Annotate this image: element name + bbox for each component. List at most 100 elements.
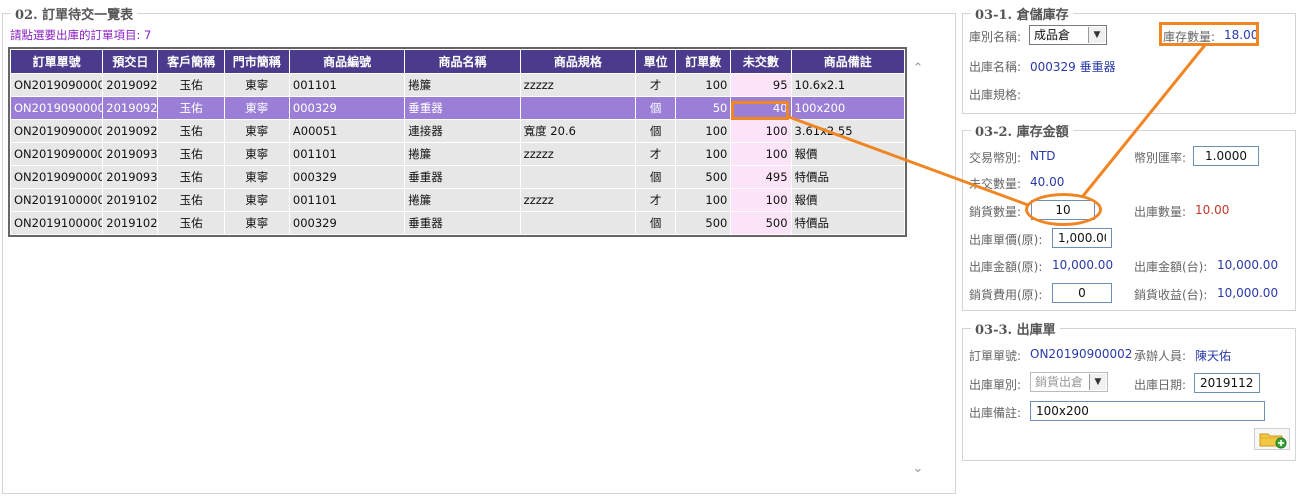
cell-product-code: 001101 bbox=[288, 73, 406, 97]
cell-store: 東寧 bbox=[223, 165, 290, 189]
currency-value: NTD bbox=[1030, 149, 1056, 163]
col-customer[interactable]: 客戶簡稱 bbox=[157, 49, 225, 74]
out-name-label: 出庫名稱: bbox=[969, 60, 1022, 74]
col-order-qty[interactable]: 訂單數 bbox=[675, 49, 732, 74]
handler-value: 陳天佑 bbox=[1195, 349, 1232, 363]
cell-product-spec: 寬度 20.6 bbox=[519, 119, 637, 143]
cell-order-no: ON20191000001 bbox=[9, 188, 104, 212]
cell-product-name: 捲簾 bbox=[404, 73, 521, 97]
cell-customer: 玉佑 bbox=[157, 188, 225, 212]
cell-due-date: 20191023 bbox=[102, 211, 159, 235]
out-date-label: 出庫日期: bbox=[1134, 378, 1187, 392]
orders-hint: 請點選要出庫的訂單項目: 7 bbox=[10, 27, 151, 43]
amount-tw-value: 10,000.00 bbox=[1217, 258, 1279, 272]
col-product-note[interactable]: 商品備註 bbox=[790, 49, 906, 74]
col-store[interactable]: 門市簡稱 bbox=[223, 49, 290, 74]
order-no-label: 訂單單號: bbox=[969, 349, 1022, 363]
highlight-sales-qty bbox=[1025, 193, 1102, 226]
cell-product-code: 000329 bbox=[288, 165, 406, 189]
cell-order-no: ON20190900002 bbox=[9, 73, 104, 97]
cell-order-qty: 100 bbox=[675, 188, 732, 212]
chevron-down-icon: ▼ bbox=[1089, 374, 1106, 390]
col-unit[interactable]: 單位 bbox=[635, 49, 677, 74]
warehouse-select[interactable]: 成品倉 ▼ bbox=[1029, 25, 1107, 45]
orders-legend: 02. 訂單待交一覽表 bbox=[15, 8, 134, 23]
out-type-select-value: 銷貨出倉 bbox=[1035, 375, 1084, 389]
cell-customer: 玉佑 bbox=[157, 165, 225, 189]
cell-product-name: 垂重器 bbox=[404, 165, 521, 189]
cell-store: 東寧 bbox=[223, 142, 290, 166]
cell-undelivered: 500 bbox=[730, 211, 792, 235]
table-row[interactable]: ON20190900001 20190930 玉佑 東寧 000329 垂重器 … bbox=[9, 165, 906, 189]
table-row[interactable]: ON20190900001 20190930 玉佑 東寧 001101 捲簾 z… bbox=[9, 142, 906, 166]
col-undelivered[interactable]: 未交數 bbox=[730, 49, 792, 74]
profit-value: 10,000.00 bbox=[1217, 286, 1279, 300]
fee-input[interactable] bbox=[1052, 283, 1112, 303]
fee-label: 銷貨費用(原): bbox=[969, 288, 1043, 302]
amount-legend: 03-2. 庫存金額 bbox=[975, 125, 1069, 140]
amount-tw-label: 出庫金額(台): bbox=[1134, 260, 1208, 274]
cell-product-code: 001101 bbox=[288, 142, 406, 166]
table-row[interactable]: ON20190900002 20190929 玉佑 東寧 001101 捲簾 z… bbox=[9, 73, 906, 97]
out-note-input[interactable] bbox=[1030, 401, 1265, 421]
cell-product-spec bbox=[519, 165, 637, 189]
cell-product-name: 垂重器 bbox=[404, 96, 521, 120]
cell-unit: 個 bbox=[635, 211, 677, 235]
profit-label: 銷貨收益(台): bbox=[1134, 288, 1208, 302]
col-product-name[interactable]: 商品名稱 bbox=[404, 49, 521, 74]
cell-product-name: 垂重器 bbox=[404, 211, 521, 235]
cell-undelivered: 100 bbox=[730, 142, 792, 166]
add-button[interactable] bbox=[1254, 428, 1290, 450]
table-row[interactable]: ON20190900002 20190929 玉佑 東寧 A00051 連接器 … bbox=[9, 119, 906, 143]
col-product-spec[interactable]: 商品規格 bbox=[519, 49, 637, 74]
chevron-down-icon[interactable]: ⌄ bbox=[909, 460, 927, 478]
table-row[interactable]: ON20191000001 20191023 玉佑 東寧 000329 垂重器 … bbox=[9, 211, 906, 235]
out-spec-label: 出庫規格: bbox=[969, 88, 1022, 102]
highlight-undelivered-cell bbox=[731, 101, 789, 120]
col-due-date[interactable]: 預交日 bbox=[102, 49, 159, 74]
cell-due-date: 20190930 bbox=[102, 165, 159, 189]
out-date-input[interactable] bbox=[1194, 373, 1260, 393]
cell-store: 東寧 bbox=[223, 211, 290, 235]
cell-product-note: 報價 bbox=[790, 142, 906, 166]
cell-product-note: 特價品 bbox=[790, 165, 906, 189]
cell-product-spec bbox=[519, 96, 637, 120]
out-type-select[interactable]: 銷貨出倉 ▼ bbox=[1030, 372, 1108, 392]
table-row[interactable]: ON20191000001 20191023 玉佑 東寧 001101 捲簾 z… bbox=[9, 188, 906, 212]
cell-product-note: 特價品 bbox=[790, 211, 906, 235]
cell-product-spec: zzzzz bbox=[519, 188, 637, 212]
orders-header-row: 訂單單號 預交日 客戶簡稱 門市簡稱 商品編號 商品名稱 商品規格 單位 訂單數… bbox=[9, 49, 906, 74]
orders-hint-text: 請點選要出庫的訂單項目: bbox=[10, 28, 145, 42]
warehouse-label: 庫別名稱: bbox=[969, 30, 1022, 44]
cell-order-qty: 500 bbox=[675, 165, 732, 189]
unit-price-label: 出庫單價(原): bbox=[969, 233, 1043, 247]
cell-order-no: ON20190900002 bbox=[9, 119, 104, 143]
cell-product-spec: zzzzz bbox=[519, 142, 637, 166]
order-no-value: ON20190900002 bbox=[1030, 347, 1133, 361]
rate-input[interactable] bbox=[1193, 146, 1259, 166]
cell-undelivered: 95 bbox=[730, 73, 792, 97]
out-name-value: 000329 垂重器 bbox=[1030, 60, 1116, 74]
cell-order-no: ON20190900001 bbox=[9, 165, 104, 189]
cell-undelivered: 100 bbox=[730, 188, 792, 212]
col-order-no[interactable]: 訂單單號 bbox=[9, 49, 104, 74]
cell-product-note: 3.61x2.55 bbox=[790, 119, 906, 143]
cell-customer: 玉佑 bbox=[157, 211, 225, 235]
cell-product-code: 000329 bbox=[288, 96, 406, 120]
orders-hint-count: 7 bbox=[144, 28, 152, 42]
cell-undelivered: 100 bbox=[730, 119, 792, 143]
unit-price-input[interactable] bbox=[1052, 228, 1112, 248]
cell-order-qty: 100 bbox=[675, 119, 732, 143]
orders-table: 訂單單號 預交日 客戶簡稱 門市簡稱 商品編號 商品名稱 商品規格 單位 訂單數… bbox=[8, 47, 907, 237]
chevron-up-icon[interactable]: ⌃ bbox=[909, 60, 927, 78]
cell-customer: 玉佑 bbox=[157, 119, 225, 143]
cell-undelivered: 495 bbox=[730, 165, 792, 189]
cell-product-code: A00051 bbox=[288, 119, 406, 143]
cell-product-note: 報價 bbox=[790, 188, 906, 212]
col-product-code[interactable]: 商品編號 bbox=[288, 49, 406, 74]
cell-due-date: 20190930 bbox=[102, 142, 159, 166]
cell-due-date: 20190929 bbox=[102, 96, 159, 120]
cell-product-spec bbox=[519, 211, 637, 235]
orders-scrollbar[interactable]: ⌃ ⌄ bbox=[909, 60, 927, 478]
cell-order-no: ON20191000001 bbox=[9, 211, 104, 235]
